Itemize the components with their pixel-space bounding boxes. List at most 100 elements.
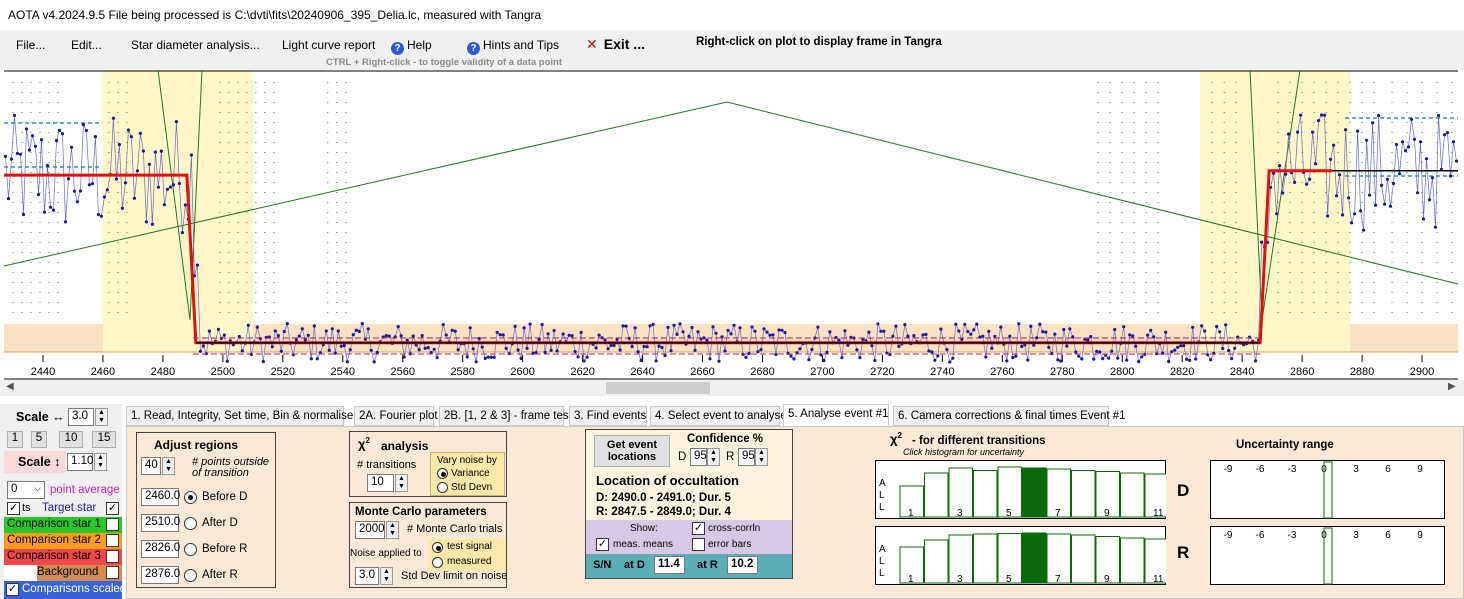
data-point-192[interactable] [579,330,583,334]
hist-r-bar-7[interactable] [1071,534,1096,584]
data-point-424[interactable] [1275,212,1279,216]
data-point-462[interactable] [1388,204,1393,208]
data-point-90[interactable] [273,329,277,333]
data-point-311[interactable] [936,354,940,358]
data-point-389[interactable] [1170,350,1174,354]
data-point-439[interactable] [1320,113,1324,117]
data-point-300[interactable] [903,323,907,327]
transitions-spinner[interactable]: ▲ ▼ [395,474,408,492]
data-point-256[interactable] [771,333,775,337]
data-point-12[interactable] [39,138,44,142]
data-point-163[interactable] [492,355,496,359]
data-point-396[interactable] [1191,325,1195,329]
data-point-262[interactable] [789,354,793,358]
data-point-54[interactable] [165,187,169,191]
data-point-107[interactable] [324,329,328,333]
data-point-259[interactable] [780,328,784,332]
data-point-13[interactable] [42,210,47,214]
data-point-463[interactable] [1391,181,1396,186]
menu-exit[interactable]: ✕ Exit ... [586,36,645,53]
data-point-484[interactable] [1454,159,1459,163]
data-point-5[interactable] [18,152,23,156]
data-point-160[interactable] [483,356,487,360]
hist-r-bar-9[interactable] [1120,537,1145,584]
data-point-229[interactable] [690,325,694,330]
data-point-307[interactable] [924,332,928,336]
data-point-51[interactable] [156,185,160,189]
points-outside-spinner[interactable]: ▲ ▼ [162,457,175,475]
data-point-469[interactable] [1409,117,1414,121]
data-point-432[interactable] [1299,113,1303,117]
data-point-387[interactable] [1164,330,1168,334]
points-checkbox[interactable]: ✓ [7,502,20,515]
data-point-173[interactable] [522,326,526,330]
data-point-46[interactable] [141,149,145,153]
data-point-206[interactable] [621,324,625,328]
data-point-164[interactable] [495,330,499,334]
data-point-140[interactable] [423,346,427,350]
data-point-321[interactable] [966,329,970,334]
data-point-62[interactable] [189,153,193,157]
meas-means-checkbox[interactable]: ✓ [596,538,609,551]
data-point-466[interactable] [1400,140,1405,144]
data-point-364[interactable] [1095,349,1099,353]
data-point-255[interactable] [768,333,772,337]
test-signal-radio[interactable] [432,542,443,553]
data-point-324[interactable] [975,322,979,326]
data-point-162[interactable] [489,355,493,359]
data-point-186[interactable] [561,332,565,336]
data-point-52[interactable] [159,149,163,153]
data-point-306[interactable] [921,333,925,337]
get-event-locations-button[interactable]: Get event locations [594,435,670,467]
data-point-228[interactable] [687,334,691,338]
data-point-242[interactable] [729,332,733,336]
data-point-437[interactable] [1314,162,1318,166]
monte-carlo-trials-spinner[interactable]: ▲ ▼ [386,521,399,539]
data-point-245[interactable] [738,326,742,330]
data-point-10[interactable] [33,144,38,148]
data-point-395[interactable] [1188,358,1192,362]
data-point-320[interactable] [963,322,967,326]
data-point-252[interactable] [759,348,763,352]
std-dev-limit-spinner[interactable]: ▲ ▼ [380,567,393,585]
data-point-473[interactable] [1421,217,1426,221]
data-point-289[interactable] [870,344,874,348]
data-point-435[interactable] [1308,177,1312,181]
data-point-121[interactable] [366,327,370,331]
data-point-74[interactable] [225,359,229,363]
data-point-108[interactable] [327,348,331,352]
data-point-379[interactable] [1140,355,1144,359]
comparison-1-checkbox[interactable] [106,518,119,531]
data-point-175[interactable] [528,322,532,326]
data-point-100[interactable] [303,338,307,342]
data-point-39[interactable] [120,206,124,210]
data-point-426[interactable] [1281,191,1285,195]
data-point-449[interactable] [1350,221,1354,225]
data-point-98[interactable] [297,334,301,338]
data-point-261[interactable] [786,351,790,355]
data-point-330[interactable] [993,334,997,338]
data-point-236[interactable] [711,325,715,329]
data-point-22[interactable] [69,145,74,149]
data-point-201[interactable] [606,347,610,351]
background-checkbox[interactable] [106,566,119,579]
data-point-456[interactable] [1371,121,1375,125]
data-point-393[interactable] [1182,344,1186,348]
data-point-254[interactable] [765,330,769,334]
data-point-86[interactable] [261,360,265,364]
data-point-42[interactable] [129,135,133,139]
scale-h-input[interactable]: 3.0 [68,408,94,426]
point-average-select[interactable]: 0 ⌵ [7,481,45,499]
data-point-368[interactable] [1107,356,1111,360]
data-point-296[interactable] [891,334,895,338]
data-point-390[interactable] [1173,348,1177,352]
data-point-335[interactable] [1008,334,1012,338]
data-point-477[interactable] [1433,225,1438,229]
data-point-298[interactable] [897,344,901,348]
data-point-444[interactable] [1335,194,1339,198]
data-point-123[interactable] [372,360,376,364]
data-point-119[interactable] [360,322,364,326]
data-point-8[interactable] [27,148,32,152]
data-point-327[interactable] [984,355,988,359]
data-point-156[interactable] [471,347,475,351]
